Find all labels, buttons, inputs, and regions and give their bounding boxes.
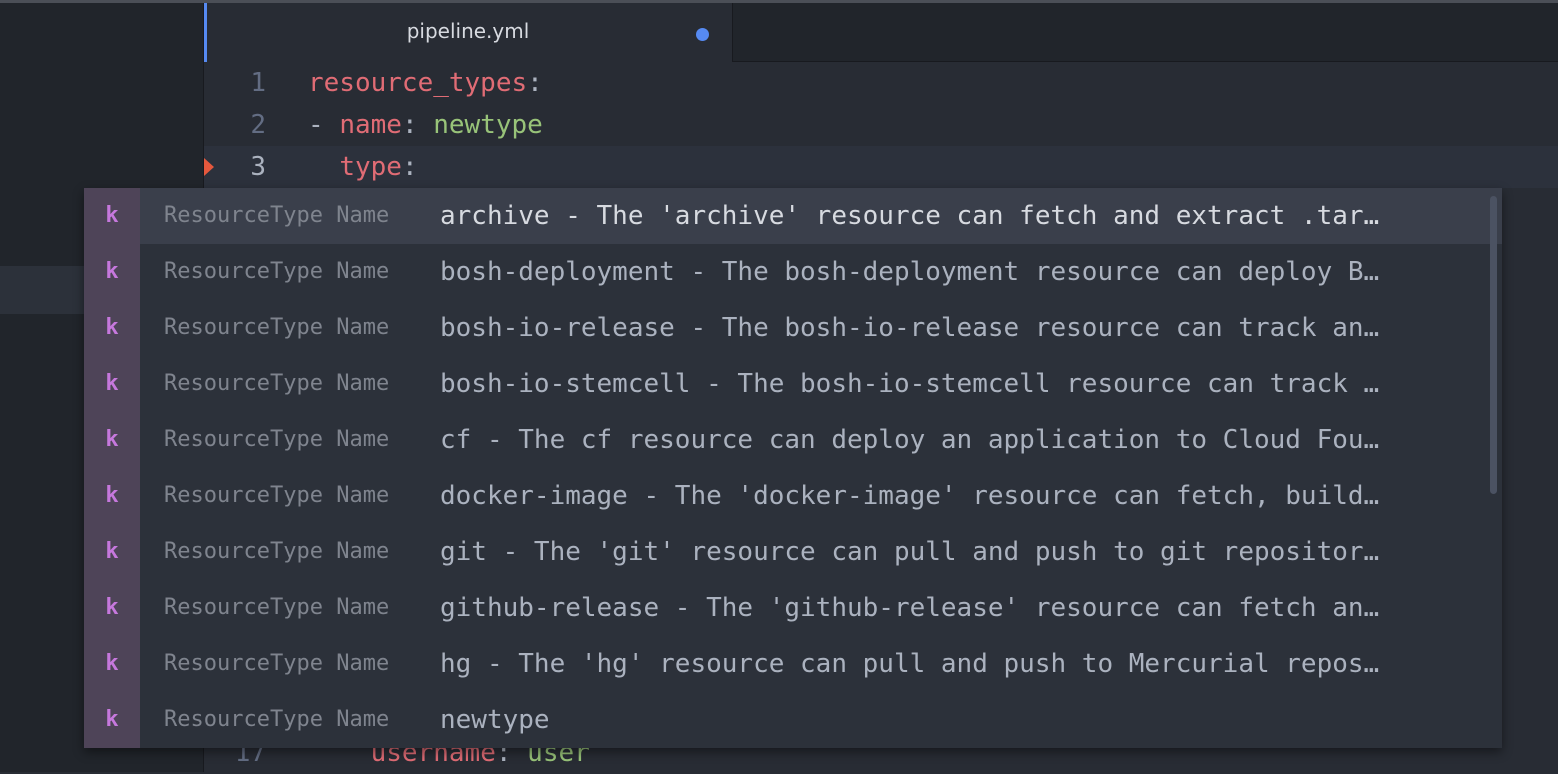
item-type-label: ResourceType: [164, 427, 323, 452]
line-number: 1: [250, 68, 266, 98]
modified-dot-icon[interactable]: [696, 28, 709, 41]
item-kind-label: Name: [336, 203, 390, 228]
item-type-label: ResourceType: [164, 371, 323, 396]
item-kind-label: Name: [336, 427, 390, 452]
item-left-label: ResourceType Name: [164, 636, 389, 692]
autocomplete-item[interactable]: k ResourceType Name newtype: [84, 692, 1502, 748]
item-text: archive - The 'archive' resource can fet…: [440, 201, 1380, 231]
item-text: bosh-io-release - The bosh-io-release re…: [440, 313, 1380, 343]
item-left-label: ResourceType Name: [164, 356, 389, 412]
item-kind-label: Name: [336, 595, 390, 620]
item-kind-label: Name: [336, 315, 390, 340]
item-kind-label: Name: [336, 651, 390, 676]
keyword-badge-icon: k: [84, 412, 140, 468]
keyword-badge-icon: k: [84, 188, 140, 244]
autocomplete-item[interactable]: k ResourceType Name archive - The 'archi…: [84, 188, 1502, 244]
autocomplete-item[interactable]: k ResourceType Name hg - The 'hg' resour…: [84, 636, 1502, 692]
autocomplete-item[interactable]: k ResourceType Name bosh-io-release - Th…: [84, 300, 1502, 356]
keyword-badge-icon: k: [84, 468, 140, 524]
keyword-badge-icon: k: [84, 636, 140, 692]
item-left-label: ResourceType Name: [164, 412, 389, 468]
item-type-label: ResourceType: [164, 203, 323, 228]
code-line-current[interactable]: 3 type:: [204, 146, 1558, 188]
tab-pipeline-yml[interactable]: pipeline.yml: [204, 3, 733, 62]
item-type-label: ResourceType: [164, 315, 323, 340]
item-kind-label: Name: [336, 707, 390, 732]
autocomplete-list: k ResourceType Name archive - The 'archi…: [84, 188, 1502, 748]
item-left-label: ResourceType Name: [164, 692, 389, 748]
item-type-label: ResourceType: [164, 595, 323, 620]
item-type-label: ResourceType: [164, 259, 323, 284]
item-left-label: ResourceType Name: [164, 244, 389, 300]
line-number: 3: [250, 152, 266, 182]
item-text: bosh-deployment - The bosh-deployment re…: [440, 257, 1380, 287]
yaml-indent: [308, 152, 339, 182]
autocomplete-item[interactable]: k ResourceType Name git - The 'git' reso…: [84, 524, 1502, 580]
autocomplete-scrollbar[interactable]: [1490, 196, 1497, 494]
autocomplete-item[interactable]: k ResourceType Name cf - The cf resource…: [84, 412, 1502, 468]
item-text: newtype: [440, 705, 550, 735]
item-left-label: ResourceType Name: [164, 300, 389, 356]
item-text: github-release - The 'github-release' re…: [440, 593, 1380, 623]
line-number: 2: [250, 110, 266, 140]
item-type-label: ResourceType: [164, 707, 323, 732]
autocomplete-item[interactable]: k ResourceType Name github-release - The…: [84, 580, 1502, 636]
item-left-label: ResourceType Name: [164, 580, 389, 636]
line-code: resource_types:: [308, 62, 543, 104]
yaml-key: name: [339, 110, 402, 140]
item-kind-label: Name: [336, 539, 390, 564]
code-line[interactable]: 2 - name: newtype: [204, 104, 1558, 146]
item-text: git - The 'git' resource can pull and pu…: [440, 537, 1380, 567]
keyword-badge-icon: k: [84, 524, 140, 580]
item-text: cf - The cf resource can deploy an appli…: [440, 425, 1380, 455]
keyword-badge-icon: k: [84, 692, 140, 748]
autocomplete-item[interactable]: k ResourceType Name bosh-deployment - Th…: [84, 244, 1502, 300]
item-text: docker-image - The 'docker-image' resour…: [440, 481, 1380, 511]
autocomplete-item[interactable]: k ResourceType Name docker-image - The '…: [84, 468, 1502, 524]
item-kind-label: Name: [336, 483, 390, 508]
tab-title: pipeline.yml: [406, 19, 530, 43]
keyword-badge-icon: k: [84, 244, 140, 300]
line-code: - name: newtype: [308, 104, 543, 146]
yaml-colon: :: [401, 110, 434, 140]
line-code: type:: [308, 146, 418, 188]
keyword-badge-icon: k: [84, 300, 140, 356]
item-text: bosh-io-stemcell - The bosh-io-stemcell …: [440, 369, 1380, 399]
tab-bar: pipeline.yml: [204, 3, 1558, 62]
item-type-label: ResourceType: [164, 651, 323, 676]
yaml-colon: :: [401, 152, 418, 182]
yaml-key: type: [339, 152, 402, 182]
item-type-label: ResourceType: [164, 483, 323, 508]
item-left-label: ResourceType Name: [164, 524, 389, 580]
item-text: hg - The 'hg' resource can pull and push…: [440, 649, 1380, 679]
item-kind-label: Name: [336, 371, 390, 396]
yaml-dash: -: [308, 110, 340, 140]
keyword-badge-icon: k: [84, 580, 140, 636]
item-kind-label: Name: [336, 259, 390, 284]
item-left-label: ResourceType Name: [164, 188, 389, 244]
item-left-label: ResourceType Name: [164, 468, 389, 524]
code-line[interactable]: 1 resource_types:: [204, 62, 1558, 104]
yaml-colon: :: [527, 68, 543, 98]
yaml-value: newtype: [433, 110, 543, 140]
keyword-badge-icon: k: [84, 356, 140, 412]
yaml-key: resource_types: [308, 68, 528, 98]
autocomplete-item[interactable]: k ResourceType Name bosh-io-stemcell - T…: [84, 356, 1502, 412]
item-type-label: ResourceType: [164, 539, 323, 564]
tree-view-selected-item[interactable]: [0, 266, 84, 314]
